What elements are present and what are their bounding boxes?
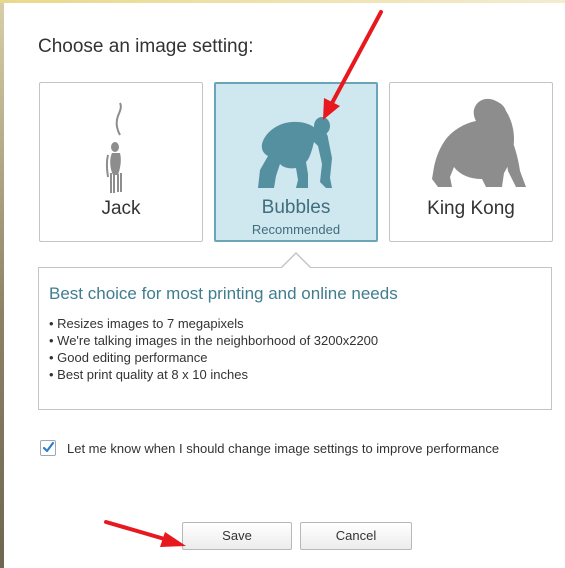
list-item: Resizes images to 7 megapixels	[49, 315, 378, 332]
description-list: Resizes images to 7 megapixels We're tal…	[49, 315, 378, 383]
option-label: King Kong	[427, 198, 515, 219]
gorilla-icon	[390, 83, 552, 195]
list-item: Best print quality at 8 x 10 inches	[49, 366, 378, 383]
option-jack[interactable]: Jack	[39, 82, 203, 242]
save-button[interactable]: Save	[182, 522, 292, 550]
annotation-arrow-bottom	[104, 520, 186, 547]
notify-checkbox[interactable]	[40, 440, 56, 456]
checkmark-icon	[42, 441, 55, 453]
list-item: We're talking images in the neighborhood…	[49, 332, 378, 349]
option-bubbles[interactable]: Bubbles Recommended	[214, 82, 378, 242]
notify-label: Let me know when I should change image s…	[67, 441, 500, 456]
description-panel: Best choice for most printing and online…	[38, 267, 552, 410]
window-edge-top	[0, 0, 565, 3]
chimpanzee-icon	[216, 84, 376, 196]
monkey-icon	[40, 83, 202, 195]
recommended-badge: Recommended	[251, 222, 341, 237]
option-label: Bubbles	[261, 197, 331, 218]
dialog-title: Choose an image setting:	[38, 36, 254, 57]
window-edge	[0, 0, 4, 568]
description-heading: Best choice for most printing and online…	[49, 284, 398, 303]
list-item: Good editing performance	[49, 349, 378, 366]
option-king-kong[interactable]: King Kong	[389, 82, 553, 242]
panel-pointer-fill	[281, 254, 311, 269]
option-label: Jack	[101, 198, 141, 219]
cancel-button[interactable]: Cancel	[300, 522, 412, 550]
